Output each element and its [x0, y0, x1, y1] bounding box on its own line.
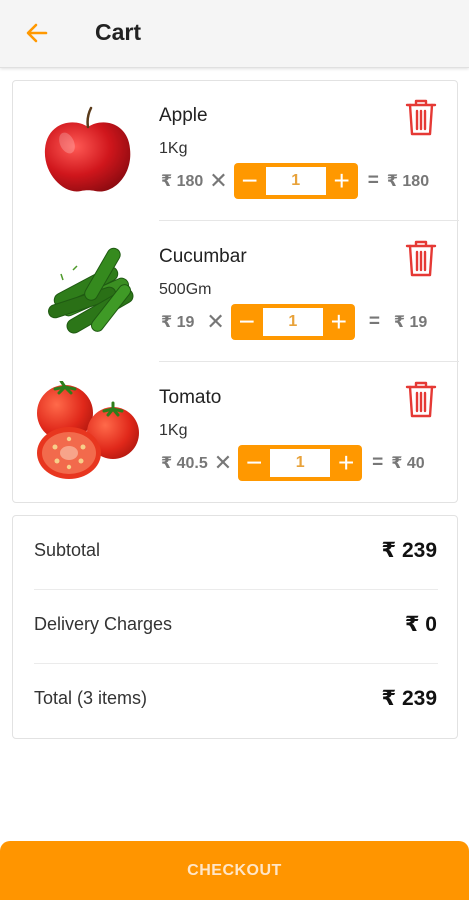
- increment-button[interactable]: +: [333, 448, 359, 478]
- delivery-value: ₹ 0: [404, 613, 437, 636]
- total-label: Total (3 items): [34, 688, 148, 708]
- item-line-total: ₹ 180: [386, 173, 430, 190]
- item-line-total: ₹ 19: [393, 314, 428, 331]
- back-arrow-icon[interactable]: [22, 18, 52, 48]
- item-unit-price: ₹ 40.5: [161, 455, 208, 472]
- checkout-button[interactable]: CHECKOUT: [0, 841, 469, 900]
- multiply-icon: ✕: [213, 450, 233, 475]
- quantity-stepper: − 1 +: [238, 445, 363, 481]
- item-unit: 500Gm: [159, 281, 212, 298]
- item-line-total: ₹ 40: [391, 455, 425, 472]
- multiply-icon: ✕: [206, 309, 225, 334]
- item-name: Apple: [159, 105, 208, 126]
- delete-icon[interactable]: [405, 381, 437, 419]
- cart-item: Apple 1Kg ₹ 180 ✕ − 1 + = ₹ 180: [13, 81, 459, 221]
- item-unit-price: ₹ 180: [161, 173, 204, 190]
- page-title: Cart: [95, 19, 142, 45]
- quantity-stepper: − 1 +: [230, 304, 355, 340]
- item-divider: [159, 361, 459, 362]
- item-price-calc: ₹ 19 ✕ − 1 + = ₹ 19: [161, 304, 427, 340]
- quantity-value: 1: [270, 449, 331, 477]
- decrement-button[interactable]: −: [234, 307, 260, 337]
- total-row: Total (3 items) ₹ 239: [13, 664, 459, 738]
- order-summary-card: Subtotal ₹ 239 Delivery Charges ₹ 0 Tota…: [12, 515, 458, 739]
- tomato-image: [37, 381, 139, 479]
- app-bar: Cart: [0, 0, 469, 68]
- item-name: Tomato: [159, 387, 222, 408]
- equals-icon: =: [372, 452, 384, 473]
- delete-icon[interactable]: [405, 99, 437, 137]
- equals-icon: =: [368, 311, 380, 332]
- item-unit-price: ₹ 19: [161, 314, 195, 331]
- decrement-button[interactable]: −: [241, 448, 267, 478]
- item-name: Cucumbar: [159, 246, 247, 267]
- subtotal-label: Subtotal: [34, 540, 101, 560]
- item-unit: 1Kg: [159, 140, 188, 157]
- quantity-value: 1: [265, 167, 326, 195]
- apple-image: [44, 106, 131, 192]
- subtotal-value: ₹ 239: [381, 539, 437, 562]
- item-unit: 1Kg: [159, 422, 188, 439]
- subtotal-row: Subtotal ₹ 239: [13, 516, 459, 590]
- increment-button[interactable]: +: [326, 307, 352, 337]
- cart-item: Tomato 1Kg ₹ 40.5 ✕ − 1 + = ₹ 40: [13, 363, 459, 503]
- multiply-icon: ✕: [209, 168, 228, 193]
- delete-icon[interactable]: [405, 240, 437, 278]
- item-price-calc: ₹ 180 ✕ − 1 + = ₹ 180: [161, 163, 429, 199]
- cucumber-image: [48, 247, 134, 334]
- item-divider: [159, 220, 459, 221]
- quantity-value: 1: [262, 308, 323, 336]
- cart-items-card: Apple 1Kg ₹ 180 ✕ − 1 + = ₹ 180 Cucumbar…: [12, 80, 459, 503]
- item-price-calc: ₹ 40.5 ✕ − 1 + = ₹ 40: [161, 445, 425, 481]
- delivery-label: Delivery Charges: [34, 614, 173, 634]
- quantity-stepper: − 1 +: [233, 163, 358, 199]
- total-value: ₹ 239: [381, 687, 437, 710]
- cart-item: Cucumbar 500Gm ₹ 19 ✕ − 1 + = ₹ 19: [13, 222, 459, 362]
- delivery-row: Delivery Charges ₹ 0: [13, 590, 459, 664]
- increment-button[interactable]: +: [329, 166, 355, 196]
- decrement-button[interactable]: −: [237, 166, 263, 196]
- equals-icon: =: [367, 170, 379, 191]
